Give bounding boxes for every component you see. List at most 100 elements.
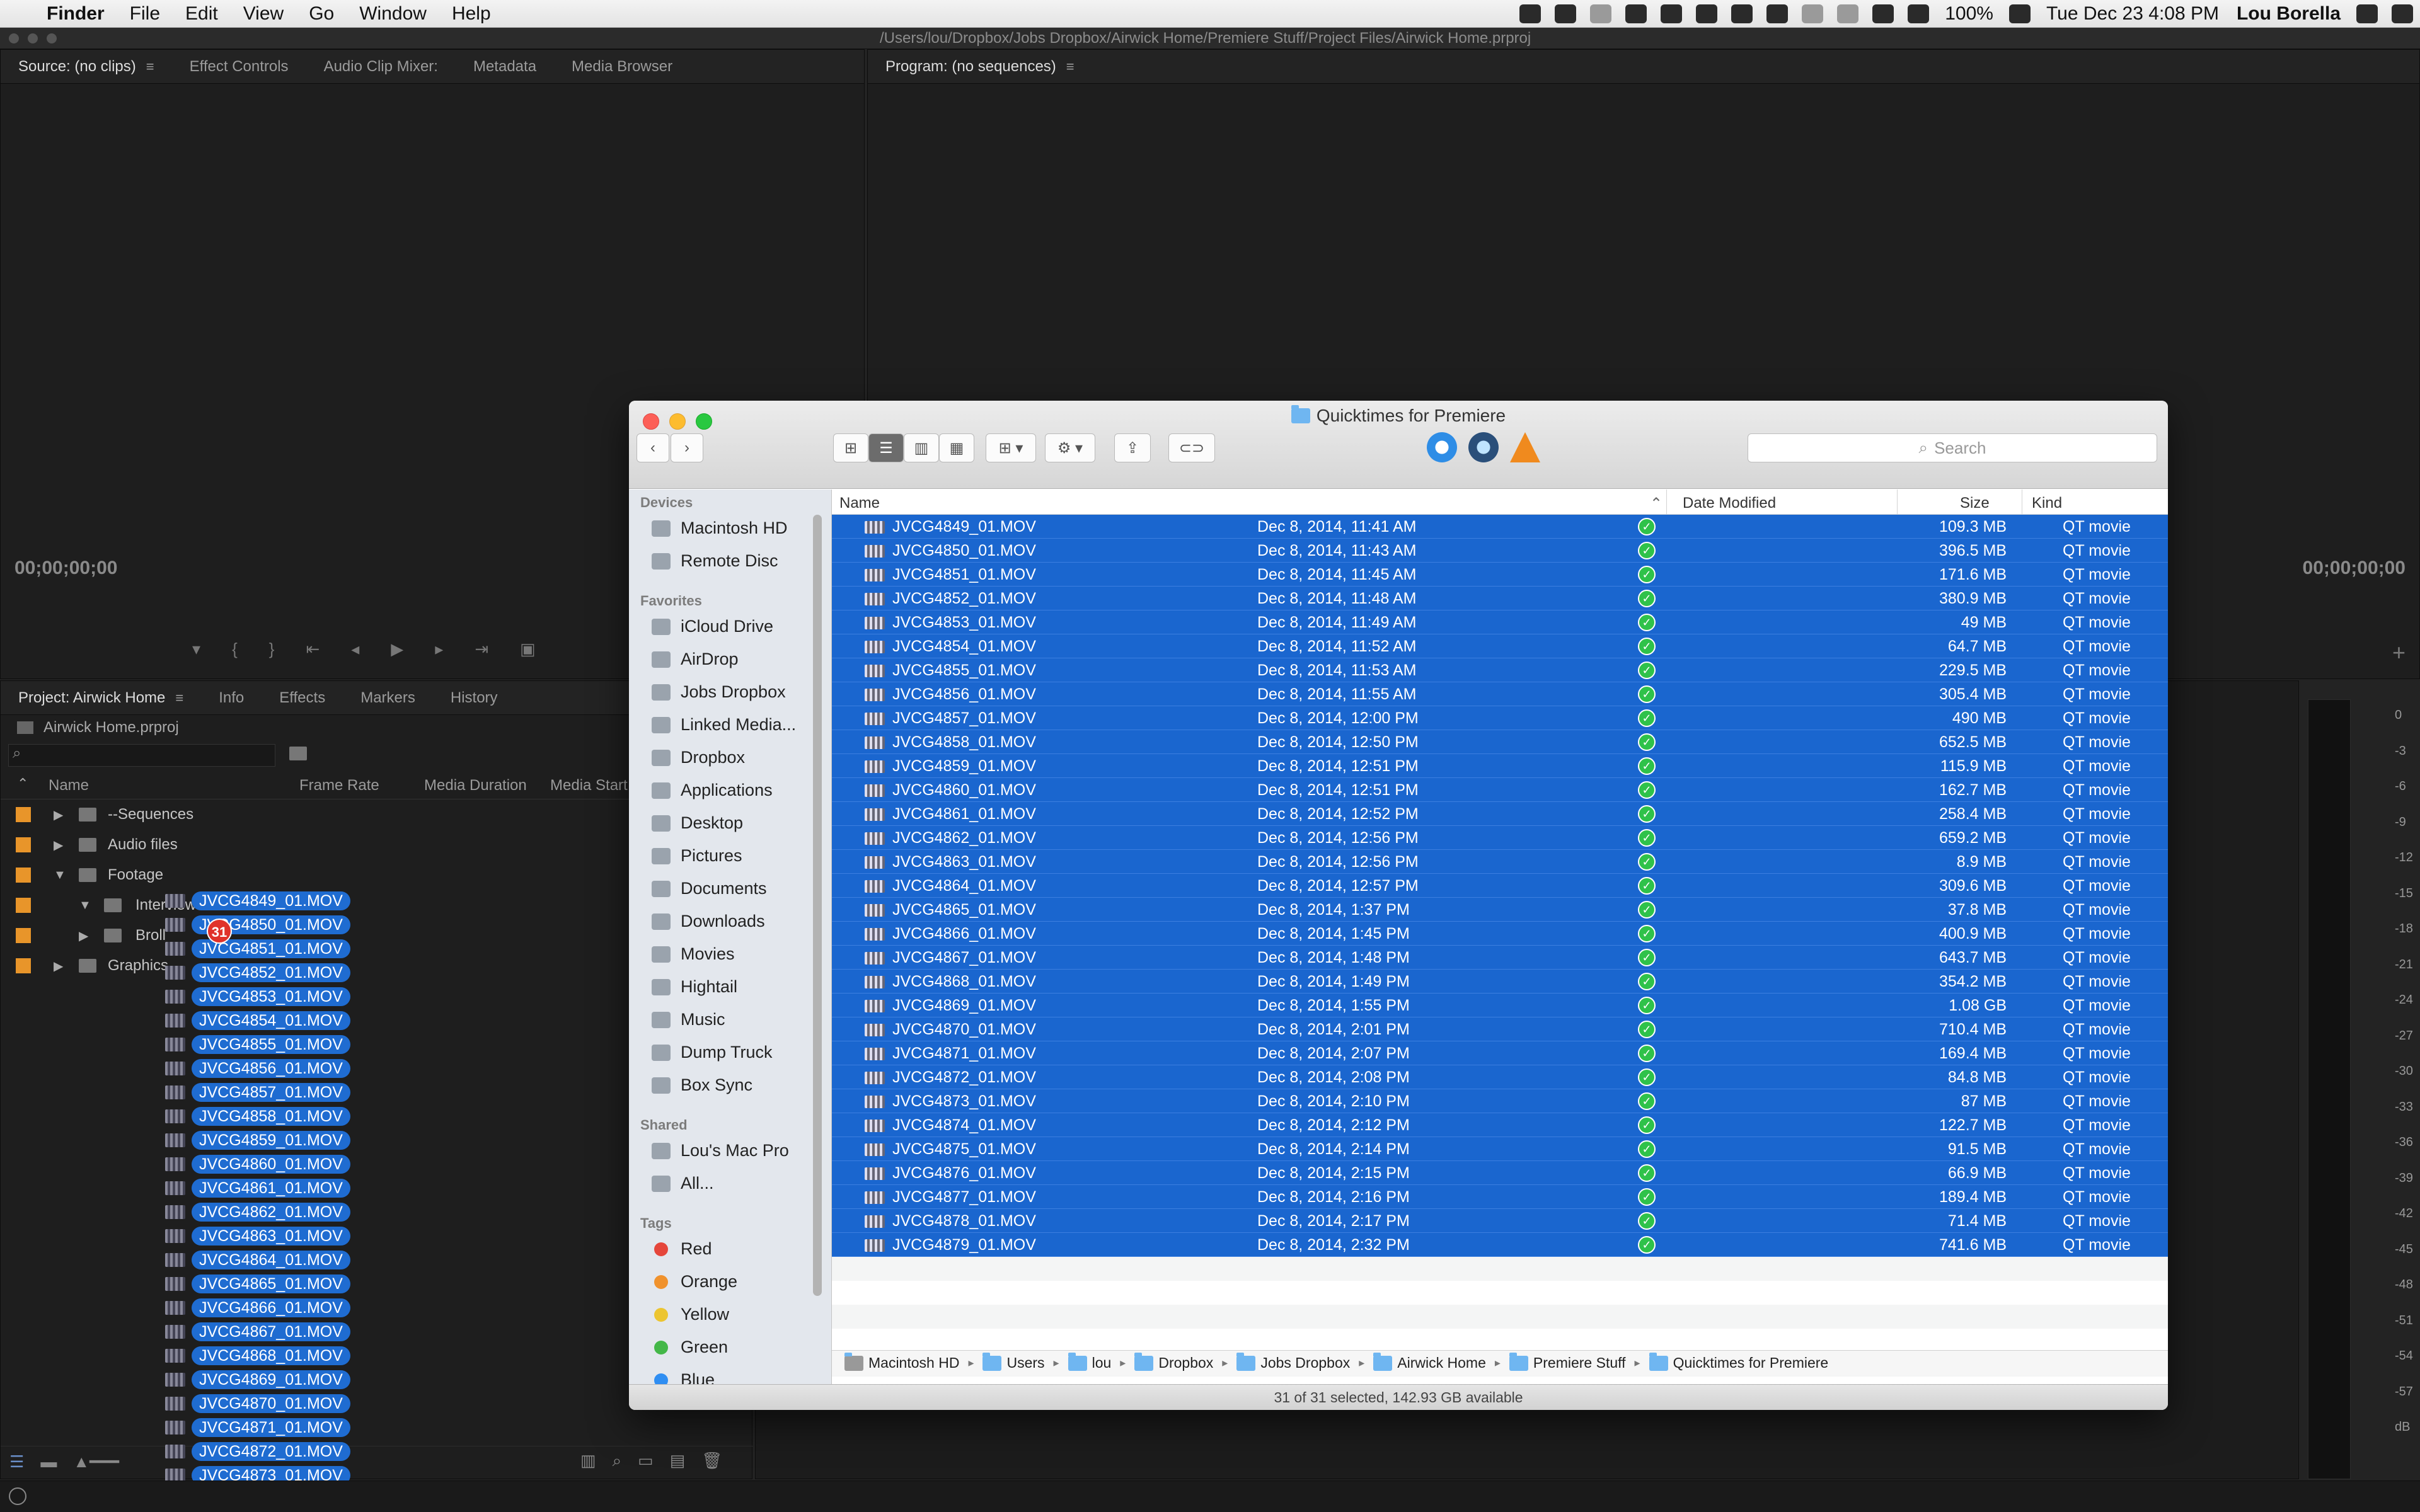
column-frame-rate[interactable]: Frame Rate <box>299 777 379 794</box>
column-media-duration[interactable]: Media Duration <box>424 777 527 794</box>
column-view-button[interactable]: ▥ <box>904 433 939 462</box>
icon-view-icon[interactable]: ▬ <box>40 1452 57 1472</box>
column-kind[interactable]: Kind <box>2032 495 2062 512</box>
tab-history[interactable]: History <box>433 689 516 707</box>
menu-go[interactable]: Go <box>296 3 347 25</box>
disclosure-triangle-icon[interactable]: ▼ <box>79 898 91 913</box>
disclosure-triangle-icon[interactable]: ▶ <box>79 928 88 944</box>
file-row[interactable]: JVCG4864_01.MOV ✓ Dec 8, 2014, 12:57 PM 309… <box>832 874 2168 898</box>
file-row[interactable]: JVCG4876_01.MOV ✓ Dec 8, 2014, 2:15 PM 66.9… <box>832 1161 2168 1185</box>
sidebar-item-icloud-drive[interactable]: iCloud Drive <box>652 617 773 636</box>
tab-effects[interactable]: Effects <box>262 689 343 707</box>
panel-menu-icon[interactable]: ≡ <box>175 690 183 706</box>
step-forward-icon[interactable]: ▸ <box>435 639 443 659</box>
file-row[interactable]: JVCG4872_01.MOV ✓ Dec 8, 2014, 2:08 PM 84.8… <box>832 1065 2168 1089</box>
path-item[interactable]: Macintosh HD <box>844 1352 959 1372</box>
tab-audio-clip-mixer[interactable]: Audio Clip Mixer: <box>306 58 456 76</box>
file-row[interactable]: JVCG4867_01.MOV ✓ Dec 8, 2014, 1:48 PM 643.… <box>832 946 2168 970</box>
search-input[interactable]: ⌕ Search <box>1748 433 2157 462</box>
menu-user[interactable]: Lou Borella <box>2237 3 2341 25</box>
vlc-icon[interactable] <box>1510 432 1540 462</box>
go-to-in-icon[interactable]: ⇤ <box>306 639 320 659</box>
file-row[interactable]: JVCG4870_01.MOV ✓ Dec 8, 2014, 2:01 PM 710.… <box>832 1017 2168 1041</box>
trash-icon[interactable]: 🗑 <box>701 1451 722 1471</box>
creative-cloud-icon[interactable] <box>1555 4 1577 23</box>
tab-project[interactable]: Project: Airwick Home ≡ <box>1 689 201 707</box>
tab-metadata[interactable]: Metadata <box>456 58 554 76</box>
mark-out-icon[interactable]: } <box>269 639 275 659</box>
sidebar-item-lou-s-mac-pro[interactable]: Lou's Mac Pro <box>652 1141 789 1160</box>
menu-edit[interactable]: Edit <box>173 3 231 25</box>
time-machine-car-icon[interactable] <box>1590 4 1612 23</box>
forward-button[interactable]: › <box>671 433 703 462</box>
file-row[interactable]: JVCG4871_01.MOV ✓ Dec 8, 2014, 2:07 PM 169.… <box>832 1041 2168 1065</box>
list-view-button[interactable]: ☰ <box>868 433 904 462</box>
path-item[interactable]: Quicktimes for Premiere <box>1649 1352 1828 1372</box>
zoom-slider[interactable]: ▲━━━ <box>73 1452 119 1472</box>
sidebar-tag-yellow[interactable]: Yellow <box>652 1305 729 1324</box>
file-row[interactable]: JVCG4852_01.MOV ✓ Dec 8, 2014, 11:48 AM 380… <box>832 587 2168 610</box>
label-swatch[interactable] <box>16 898 31 913</box>
path-item[interactable]: lou <box>1068 1352 1111 1372</box>
coverflow-view-button[interactable]: ▦ <box>939 433 974 462</box>
file-row[interactable]: JVCG4862_01.MOV ✓ Dec 8, 2014, 12:56 PM 659… <box>832 826 2168 850</box>
new-bin-button-icon[interactable]: ▭ <box>638 1451 654 1471</box>
sidebar-scrollbar[interactable] <box>813 515 822 1296</box>
column-name[interactable]: Name <box>49 777 89 794</box>
sort-arrow-icon[interactable]: ⌃ <box>17 776 28 792</box>
sidebar-item-music[interactable]: Music <box>652 1010 725 1029</box>
file-row[interactable]: JVCG4855_01.MOV ✓ Dec 8, 2014, 11:53 AM 229… <box>832 658 2168 682</box>
menu-help[interactable]: Help <box>439 3 504 25</box>
file-row[interactable]: JVCG4849_01.MOV ✓ Dec 8, 2014, 11:41 AM 109… <box>832 515 2168 539</box>
action-gear-button[interactable]: ⚙ ▾ <box>1045 433 1095 462</box>
file-row[interactable]: JVCG4873_01.MOV ✓ Dec 8, 2014, 2:10 PM 87 M… <box>832 1089 2168 1113</box>
beats-icon[interactable] <box>1766 4 1789 23</box>
tab-effect-controls[interactable]: Effect Controls <box>172 58 306 76</box>
file-row[interactable]: JVCG4850_01.MOV ✓ Dec 8, 2014, 11:43 AM 396… <box>832 539 2168 563</box>
new-bin-icon[interactable] <box>289 747 307 760</box>
program-timecode[interactable]: 00;00;00;00 <box>2303 558 2406 579</box>
new-item-icon[interactable]: ▤ <box>670 1451 686 1471</box>
column-divider[interactable] <box>1666 490 1667 515</box>
file-row[interactable]: JVCG4856_01.MOV ✓ Dec 8, 2014, 11:55 AM 305… <box>832 682 2168 706</box>
mark-in-icon[interactable]: { <box>232 639 238 659</box>
tab-program[interactable]: Program: (no sequences) ≡ <box>868 58 1092 76</box>
bin-row[interactable]: ▶ Audio files <box>1 830 631 860</box>
tab-source[interactable]: Source: (no clips) ≡ <box>1 58 172 76</box>
menu-window[interactable]: Window <box>347 3 439 25</box>
find-icon[interactable]: ⌕ <box>613 1451 622 1471</box>
file-row[interactable]: JVCG4863_01.MOV ✓ Dec 8, 2014, 12:56 PM 8.9… <box>832 850 2168 874</box>
sort-chevron-icon[interactable]: ⌃ <box>1650 495 1662 513</box>
panel-menu-icon[interactable]: ≡ <box>1066 59 1075 75</box>
sidebar-item-all[interactable]: All... <box>652 1174 714 1193</box>
label-swatch[interactable] <box>16 958 31 973</box>
path-item[interactable]: Airwick Home <box>1373 1352 1486 1372</box>
notification-center-icon[interactable] <box>2392 4 2413 23</box>
column-media-start[interactable]: Media Start <box>550 777 628 794</box>
calendar-icon[interactable] <box>1625 4 1647 23</box>
disclosure-triangle-icon[interactable]: ▶ <box>54 807 63 823</box>
file-row[interactable]: JVCG4857_01.MOV ✓ Dec 8, 2014, 12:00 PM 490… <box>832 706 2168 730</box>
sidebar-item-jobs-dropbox[interactable]: Jobs Dropbox <box>652 682 786 702</box>
column-divider[interactable] <box>1897 490 1898 515</box>
file-row[interactable]: JVCG4851_01.MOV ✓ Dec 8, 2014, 11:45 AM 171… <box>832 563 2168 587</box>
label-swatch[interactable] <box>16 837 31 852</box>
tags-button[interactable]: ⊂⊃ <box>1168 433 1215 462</box>
file-row[interactable]: JVCG4861_01.MOV ✓ Dec 8, 2014, 12:52 PM 258… <box>832 802 2168 826</box>
source-timecode[interactable]: 00;00;00;00 <box>14 558 117 579</box>
sidebar-item-dump-truck[interactable]: Dump Truck <box>652 1043 773 1062</box>
menu-app-name[interactable]: Finder <box>34 3 117 25</box>
disclosure-triangle-icon[interactable]: ▼ <box>54 868 66 883</box>
column-size[interactable]: Size <box>1960 495 1990 512</box>
path-item[interactable]: Dropbox <box>1134 1352 1213 1372</box>
file-row[interactable]: JVCG4854_01.MOV ✓ Dec 8, 2014, 11:52 AM 64.… <box>832 634 2168 658</box>
bin-row[interactable]: ▼ Footage <box>1 860 631 890</box>
path-item[interactable]: Premiere Stuff <box>1509 1352 1626 1372</box>
time-machine-icon[interactable] <box>1837 4 1859 23</box>
sidebar-item-movies[interactable]: Movies <box>652 944 735 964</box>
file-row[interactable]: JVCG4859_01.MOV ✓ Dec 8, 2014, 12:51 PM 115… <box>832 754 2168 778</box>
sidebar-item-dropbox[interactable]: Dropbox <box>652 748 745 767</box>
file-row[interactable]: JVCG4853_01.MOV ✓ Dec 8, 2014, 11:49 AM 49 … <box>832 610 2168 634</box>
file-row[interactable]: JVCG4874_01.MOV ✓ Dec 8, 2014, 2:12 PM 122.… <box>832 1113 2168 1137</box>
menu-file[interactable]: File <box>117 3 173 25</box>
